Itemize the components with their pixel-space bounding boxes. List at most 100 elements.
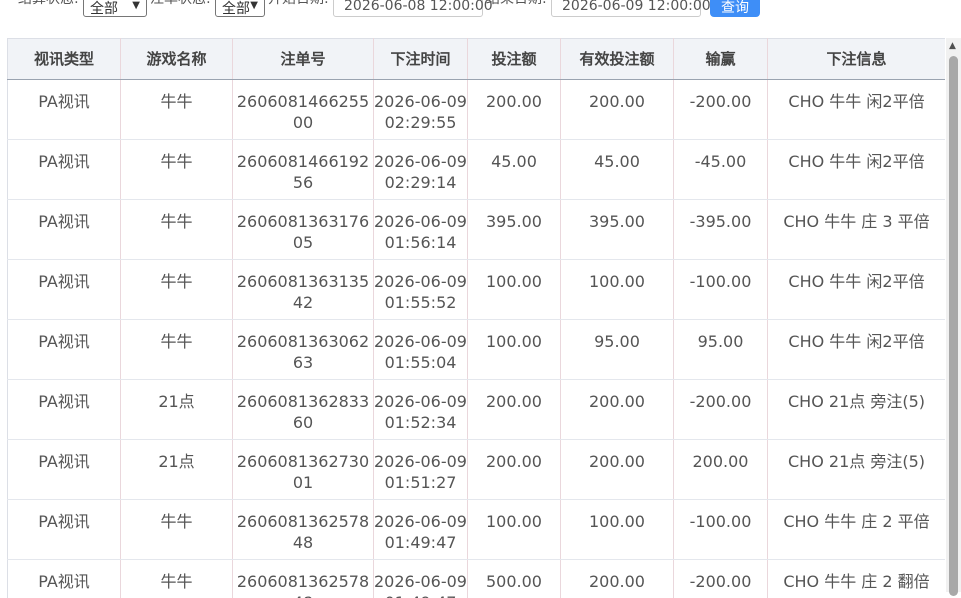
column-header[interactable]: 下注信息: [768, 39, 946, 80]
cell-win-loss: -200.00: [674, 80, 768, 140]
column-header[interactable]: 输赢: [674, 39, 768, 80]
cell-game-name: 牛牛: [121, 560, 233, 598]
cell-game-name: 牛牛: [121, 200, 233, 260]
query-button[interactable]: 查询: [710, 0, 760, 17]
table-row[interactable]: PA视讯 牛牛 260608136257848 2026-06-09 01:49…: [8, 500, 946, 560]
cell-valid-bet-amount: 200.00: [561, 440, 674, 500]
end-date-value: 2026-06-09 12:00:00: [562, 0, 711, 14]
cell-bet-time: 2026-06-09 02:29:14: [374, 140, 468, 200]
bet-status-value: 全部: [222, 1, 250, 17]
cell-win-loss: -200.00: [674, 560, 768, 598]
bet-status-label: 注单状态:: [150, 0, 211, 8]
cell-bet-time: 2026-06-09 01:55:04: [374, 320, 468, 380]
cell-video-type: PA视讯: [8, 320, 121, 380]
cell-video-type: PA视讯: [8, 200, 121, 260]
table-row[interactable]: PA视讯 牛牛 260608136257848 2026-06-09 01:49…: [8, 560, 946, 598]
cell-bet-id: 260608136317605: [233, 200, 374, 260]
table-row[interactable]: PA视讯 21点 260608136283360 2026-06-09 01:5…: [8, 380, 946, 440]
cell-valid-bet-amount: 395.00: [561, 200, 674, 260]
cell-bet-time: 2026-06-09 01:49:47: [374, 500, 468, 560]
settle-status-label: 结算状态:: [18, 0, 79, 8]
cell-bet-info: CHO 牛牛 庄 2 翻倍: [768, 560, 946, 598]
cell-bet-id: 260608136257848: [233, 500, 374, 560]
column-header[interactable]: 视讯类型: [8, 39, 121, 80]
cell-valid-bet-amount: 200.00: [561, 560, 674, 598]
table-row[interactable]: PA视讯 牛牛 260608136306263 2026-06-09 01:55…: [8, 320, 946, 380]
scrollbar-thumb[interactable]: [949, 56, 958, 596]
cell-bet-id: 260608146625500: [233, 80, 374, 140]
cell-bet-time: 2026-06-09 01:51:27: [374, 440, 468, 500]
end-date-label: 结束日期:: [486, 0, 547, 8]
end-date-input[interactable]: 2026-06-09 12:00:00: [551, 0, 701, 17]
cell-valid-bet-amount: 100.00: [561, 260, 674, 320]
cell-valid-bet-amount: 45.00: [561, 140, 674, 200]
column-header[interactable]: 下注时间: [374, 39, 468, 80]
cell-win-loss: 200.00: [674, 440, 768, 500]
cell-bet-info: CHO 牛牛 闲2平倍: [768, 140, 946, 200]
settle-status-select[interactable]: 全部 ▼: [83, 0, 147, 17]
start-date-value: 2026-06-08 12:00:00: [344, 0, 493, 14]
cell-bet-amount: 100.00: [468, 320, 561, 380]
cell-game-name: 牛牛: [121, 80, 233, 140]
cell-bet-time: 2026-06-09 02:29:55: [374, 80, 468, 140]
cell-video-type: PA视讯: [8, 500, 121, 560]
cell-video-type: PA视讯: [8, 80, 121, 140]
cell-bet-id: 260608136313542: [233, 260, 374, 320]
cell-bet-amount: 100.00: [468, 260, 561, 320]
table-row[interactable]: PA视讯 牛牛 260608146619256 2026-06-09 02:29…: [8, 140, 946, 200]
column-header[interactable]: 有效投注额: [561, 39, 674, 80]
cell-bet-time: 2026-06-09 01:49:47: [374, 560, 468, 598]
cell-valid-bet-amount: 100.00: [561, 500, 674, 560]
cell-bet-info: CHO 牛牛 庄 2 平倍: [768, 500, 946, 560]
start-date-input[interactable]: 2026-06-08 12:00:00: [333, 0, 483, 17]
cell-bet-info: CHO 牛牛 闲2平倍: [768, 320, 946, 380]
cell-bet-info: CHO 牛牛 闲2平倍: [768, 80, 946, 140]
cell-bet-amount: 200.00: [468, 440, 561, 500]
cell-valid-bet-amount: 200.00: [561, 80, 674, 140]
bet-status-select[interactable]: 全部 ▼: [215, 0, 265, 17]
cell-win-loss: -100.00: [674, 500, 768, 560]
cell-video-type: PA视讯: [8, 260, 121, 320]
cell-bet-info: CHO 21点 旁注(5): [768, 440, 946, 500]
cell-win-loss: -100.00: [674, 260, 768, 320]
cell-game-name: 牛牛: [121, 140, 233, 200]
table-row[interactable]: PA视讯 牛牛 260608136313542 2026-06-09 01:55…: [8, 260, 946, 320]
cell-win-loss: -395.00: [674, 200, 768, 260]
cell-bet-id: 260608136283360: [233, 380, 374, 440]
cell-video-type: PA视讯: [8, 140, 121, 200]
vertical-scrollbar[interactable]: ▲: [946, 38, 961, 592]
cell-bet-amount: 500.00: [468, 560, 561, 598]
cell-bet-amount: 45.00: [468, 140, 561, 200]
cell-game-name: 21点: [121, 440, 233, 500]
cell-game-name: 牛牛: [121, 260, 233, 320]
cell-game-name: 牛牛: [121, 500, 233, 560]
table-row[interactable]: PA视讯 牛牛 260608136317605 2026-06-09 01:56…: [8, 200, 946, 260]
cell-bet-amount: 100.00: [468, 500, 561, 560]
chevron-down-icon: ▼: [250, 0, 258, 11]
cell-game-name: 牛牛: [121, 320, 233, 380]
column-header[interactable]: 游戏名称: [121, 39, 233, 80]
cell-bet-time: 2026-06-09 01:55:52: [374, 260, 468, 320]
cell-bet-info: CHO 牛牛 庄 3 平倍: [768, 200, 946, 260]
cell-bet-id: 260608136306263: [233, 320, 374, 380]
cell-win-loss: -45.00: [674, 140, 768, 200]
column-header[interactable]: 投注额: [468, 39, 561, 80]
start-date-label: 开始日期:: [268, 0, 329, 8]
column-header[interactable]: 注单号: [233, 39, 374, 80]
cell-valid-bet-amount: 95.00: [561, 320, 674, 380]
table-row[interactable]: PA视讯 牛牛 260608146625500 2026-06-09 02:29…: [8, 80, 946, 140]
bet-records-table: 视讯类型 游戏名称 注单号 下注时间 投注额 有效投注额 输赢 下注信息 PA视…: [7, 38, 945, 598]
cell-bet-amount: 200.00: [468, 380, 561, 440]
bet-records-table-container: 视讯类型 游戏名称 注单号 下注时间 投注额 有效投注额 输赢 下注信息 PA视…: [7, 38, 945, 598]
cell-bet-id: 260608136273001: [233, 440, 374, 500]
cell-win-loss: 95.00: [674, 320, 768, 380]
cell-bet-amount: 395.00: [468, 200, 561, 260]
table-row[interactable]: PA视讯 21点 260608136273001 2026-06-09 01:5…: [8, 440, 946, 500]
cell-valid-bet-amount: 200.00: [561, 380, 674, 440]
cell-video-type: PA视讯: [8, 380, 121, 440]
cell-bet-time: 2026-06-09 01:52:34: [374, 380, 468, 440]
scroll-up-arrow-icon[interactable]: ▲: [949, 41, 956, 51]
cell-win-loss: -200.00: [674, 380, 768, 440]
filter-bar: 结算状态: 全部 ▼ 注单状态: 全部 ▼ 开始日期: 2026-06-08 1…: [0, 0, 961, 30]
cell-bet-id: 260608146619256: [233, 140, 374, 200]
